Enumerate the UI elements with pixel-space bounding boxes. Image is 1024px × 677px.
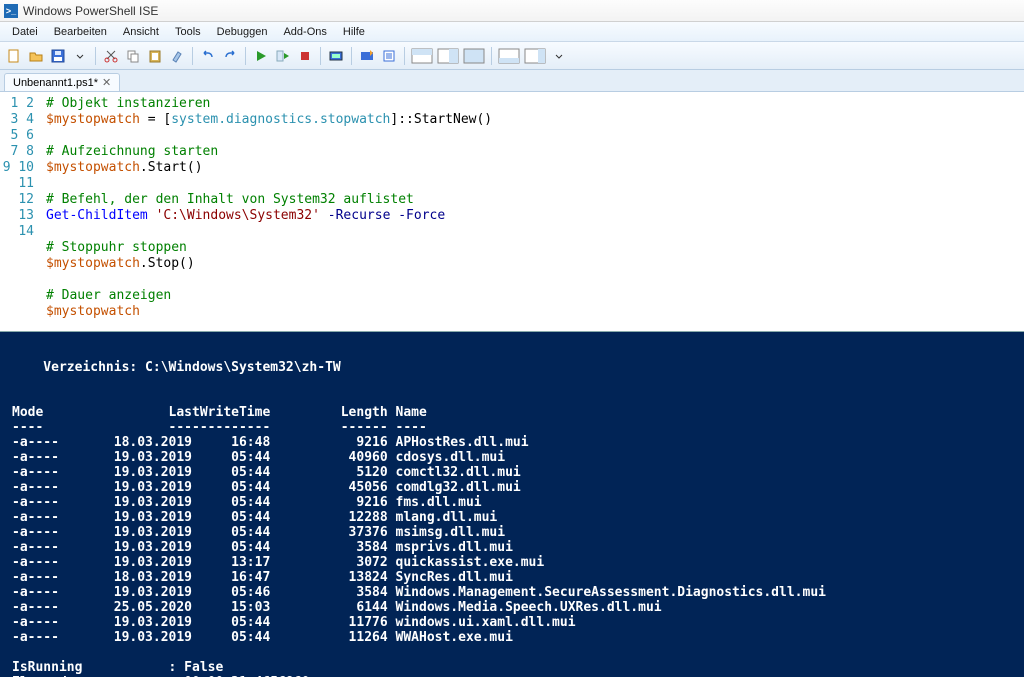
menubar: DateiBearbeitenAnsichtToolsDebuggenAdd-O… — [0, 22, 1024, 42]
save-icon[interactable] — [48, 46, 68, 66]
save-dropdown-icon[interactable] — [70, 46, 90, 66]
copy-icon[interactable] — [123, 46, 143, 66]
separator — [245, 47, 246, 65]
undo-icon[interactable] — [198, 46, 218, 66]
show-addons-icon[interactable] — [523, 46, 547, 66]
menu-tools[interactable]: Tools — [167, 24, 209, 40]
separator — [491, 47, 492, 65]
menu-bearbeiten[interactable]: Bearbeiten — [46, 24, 115, 40]
toolbar-dropdown-icon[interactable] — [549, 46, 569, 66]
toolbar — [0, 42, 1024, 70]
menu-datei[interactable]: Datei — [4, 24, 46, 40]
new-remote-icon[interactable] — [357, 46, 377, 66]
separator — [95, 47, 96, 65]
separator — [404, 47, 405, 65]
tab-file[interactable]: Unbenannt1.ps1* ✕ — [4, 73, 120, 91]
menu-ansicht[interactable]: Ansicht — [115, 24, 167, 40]
close-icon[interactable]: ✕ — [102, 76, 111, 89]
stop-icon[interactable] — [295, 46, 315, 66]
remote-icon[interactable] — [326, 46, 346, 66]
window-title: Windows PowerShell ISE — [23, 4, 158, 18]
separator — [192, 47, 193, 65]
run-icon[interactable] — [251, 46, 271, 66]
redo-icon[interactable] — [220, 46, 240, 66]
script-editor[interactable]: 1 2 3 4 5 6 7 8 9 10 11 12 13 14 # Objek… — [0, 92, 1024, 332]
line-gutter: 1 2 3 4 5 6 7 8 9 10 11 12 13 14 — [0, 92, 40, 331]
layout-script-top-icon[interactable] — [410, 46, 434, 66]
paste-icon[interactable] — [145, 46, 165, 66]
code-area[interactable]: # Objekt instanzieren $mystopwatch = [sy… — [40, 92, 1024, 331]
menu-hilfe[interactable]: Hilfe — [335, 24, 373, 40]
menu-add-ons[interactable]: Add-Ons — [275, 24, 334, 40]
titlebar: >_ Windows PowerShell ISE — [0, 0, 1024, 22]
clear-icon[interactable] — [167, 46, 187, 66]
separator — [351, 47, 352, 65]
show-command-icon[interactable] — [497, 46, 521, 66]
separator — [320, 47, 321, 65]
tab-bar: Unbenannt1.ps1* ✕ — [0, 70, 1024, 92]
layout-script-max-icon[interactable] — [462, 46, 486, 66]
tab-label: Unbenannt1.ps1* — [13, 77, 98, 89]
layout-script-right-icon[interactable] — [436, 46, 460, 66]
app-icon: >_ — [4, 4, 18, 18]
options-icon[interactable] — [379, 46, 399, 66]
cut-icon[interactable] — [101, 46, 121, 66]
console-output[interactable]: Verzeichnis: C:\Windows\System32\zh-TW M… — [0, 332, 1024, 677]
run-selection-icon[interactable] — [273, 46, 293, 66]
open-icon[interactable] — [26, 46, 46, 66]
new-icon[interactable] — [4, 46, 24, 66]
menu-debuggen[interactable]: Debuggen — [209, 24, 276, 40]
